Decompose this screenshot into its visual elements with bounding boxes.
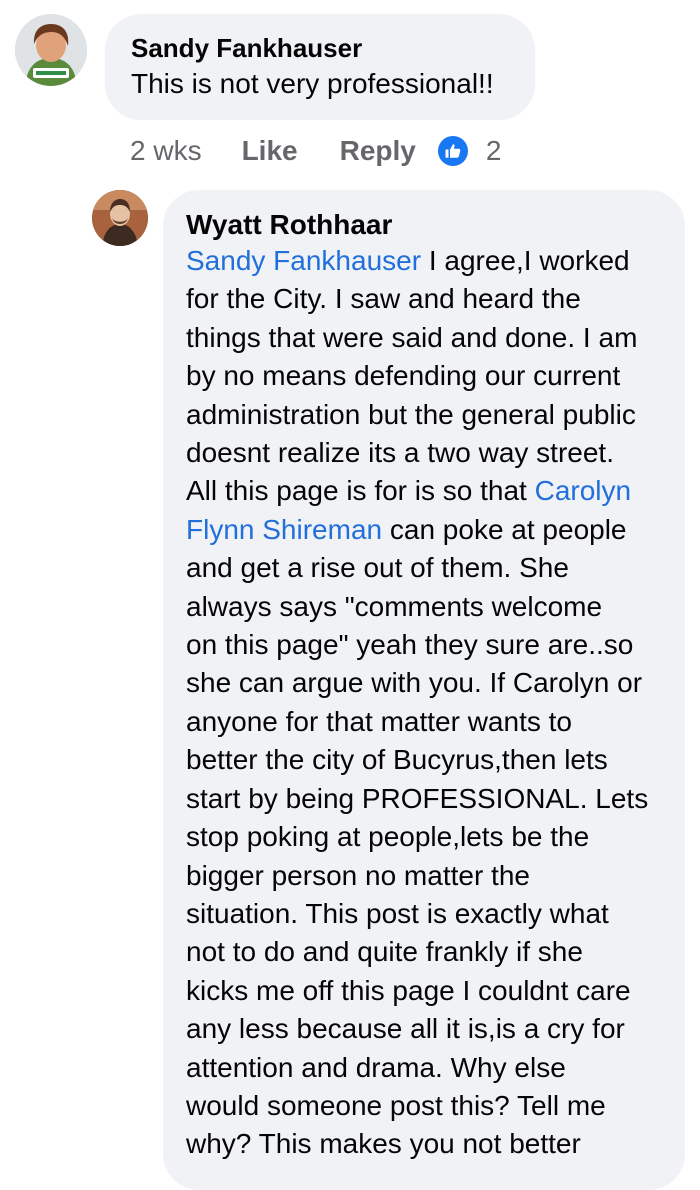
profile-photo (15, 14, 87, 86)
avatar[interactable] (15, 14, 87, 86)
comment-timestamp[interactable]: 2 wks (130, 135, 202, 167)
reply-bubble: Wyatt Rothhaar Sandy Fankhauser I agree,… (163, 190, 685, 1190)
reply-text-part: can poke at people and get a rise out of… (186, 513, 649, 1160)
comment-text: This is not very professional!! (131, 68, 494, 99)
reaction-count[interactable]: 2 (486, 135, 502, 167)
reply-text: Sandy Fankhauser I agree,I worked for th… (186, 242, 665, 1164)
comment-bubble: Sandy Fankhauser This is not very profes… (105, 14, 535, 120)
comment-actions: 2 wks Like Reply 2 (130, 131, 501, 171)
reply-text-part: I agree,I worked for the City. I saw and… (186, 245, 638, 507)
like-button[interactable]: Like (242, 135, 298, 167)
mention-link[interactable]: Sandy Fankhauser (186, 245, 421, 276)
profile-photo (92, 190, 148, 246)
reply-avatar[interactable] (92, 190, 148, 246)
thumbs-up-icon[interactable] (437, 136, 468, 166)
reply-author[interactable]: Wyatt Rothhaar (186, 208, 665, 242)
comment-author[interactable]: Sandy Fankhauser (131, 32, 535, 64)
reply-button[interactable]: Reply (340, 135, 416, 167)
